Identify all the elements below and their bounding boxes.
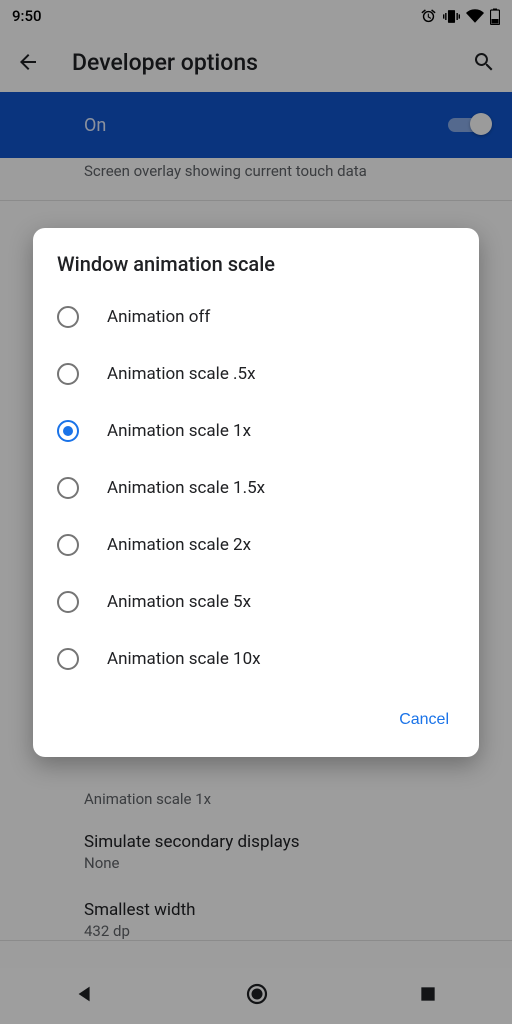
radio-option[interactable]: Animation scale 10x: [33, 630, 479, 687]
radio-button[interactable]: [57, 534, 79, 556]
radio-label: Animation scale 1.5x: [107, 478, 265, 498]
radio-option[interactable]: Animation scale 1x: [33, 402, 479, 459]
radio-button[interactable]: [57, 363, 79, 385]
screen: 9:50 Developer options On Screen overlay…: [0, 0, 512, 1024]
radio-label: Animation scale .5x: [107, 364, 256, 384]
radio-option[interactable]: Animation scale .5x: [33, 345, 479, 402]
radio-option[interactable]: Animation off: [33, 288, 479, 345]
radio-group: Animation off Animation scale .5x Animatio…: [33, 288, 479, 687]
radio-button[interactable]: [57, 591, 79, 613]
animation-scale-dialog: Window animation scale Animation offAnim…: [33, 228, 479, 757]
radio-button[interactable]: [57, 420, 79, 442]
radio-option[interactable]: Animation scale 1.5x: [33, 459, 479, 516]
radio-label: Animation off: [107, 307, 210, 327]
radio-button[interactable]: [57, 306, 79, 328]
dialog-title: Window animation scale: [33, 252, 479, 288]
radio-label: Animation scale 2x: [107, 535, 251, 555]
radio-label: Animation scale 5x: [107, 592, 251, 612]
radio-label: Animation scale 1x: [107, 421, 251, 441]
radio-option[interactable]: Animation scale 5x: [33, 573, 479, 630]
dialog-actions: Cancel: [33, 687, 479, 749]
radio-button[interactable]: [57, 648, 79, 670]
cancel-button[interactable]: Cancel: [389, 703, 459, 737]
radio-button[interactable]: [57, 477, 79, 499]
radio-option[interactable]: Animation scale 2x: [33, 516, 479, 573]
radio-label: Animation scale 10x: [107, 649, 261, 669]
